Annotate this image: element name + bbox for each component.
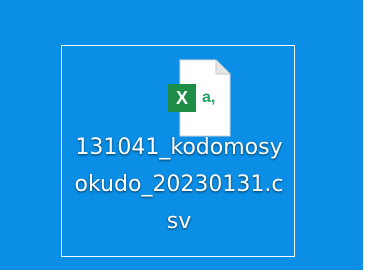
desktop-file-item[interactable]: X a, 131041_kodomosy okudo_20230131.c sv bbox=[61, 45, 295, 257]
excel-badge-letter: X bbox=[176, 88, 188, 108]
file-name-line-3: sv bbox=[166, 209, 192, 234]
file-name-label: 131041_kodomosy okudo_20230131.c sv bbox=[68, 129, 290, 240]
file-name-line-1: 131041_kodomosy bbox=[75, 135, 283, 160]
desktop-frame: X a, 131041_kodomosy okudo_20230131.c sv bbox=[0, 0, 371, 278]
file-name-line-2: okudo_20230131.c bbox=[74, 172, 284, 197]
csv-file-icon: X a, bbox=[166, 58, 236, 138]
csv-excel-file-icon: X a, bbox=[168, 59, 231, 137]
csv-corner-text: a, bbox=[202, 89, 215, 106]
